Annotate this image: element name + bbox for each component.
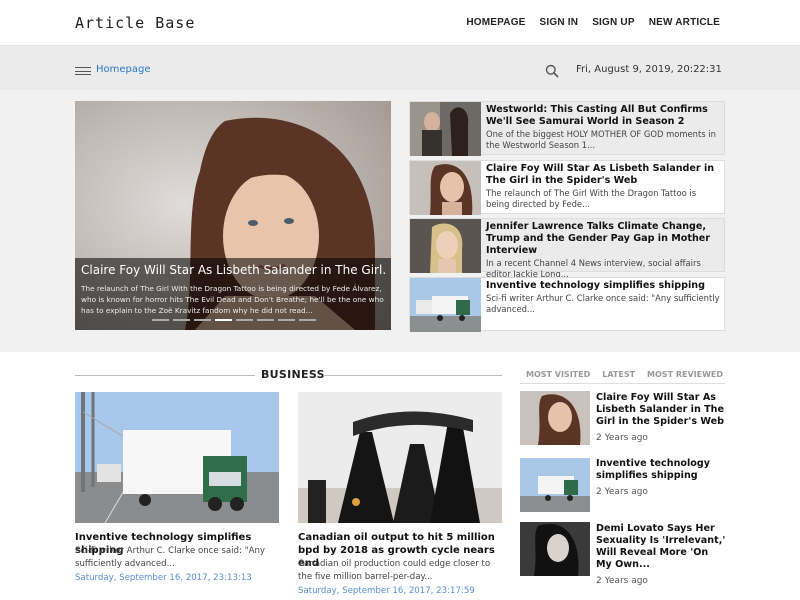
- nav-new-article[interactable]: NEW ARTICLE: [649, 17, 720, 28]
- side-article[interactable]: Claire Foy Will Star As Lisbeth Salander…: [409, 160, 725, 215]
- card-image[interactable]: [298, 392, 502, 523]
- nav-homepage[interactable]: HOMEPAGE: [466, 17, 525, 28]
- section-divider-left: [75, 375, 255, 376]
- sidebar-item-time: 2 Years ago: [596, 576, 648, 586]
- side-article-title[interactable]: Inventive technology simplifies shipping: [486, 280, 720, 292]
- hero-text: The relaunch of The Girl With the Dragon…: [81, 284, 384, 315]
- sidebar-thumbnail[interactable]: [520, 391, 590, 445]
- article-thumbnail: [410, 102, 481, 156]
- card-text: Canadian oil production could edge close…: [298, 559, 491, 582]
- article-thumbnail: [410, 161, 481, 215]
- breadcrumb-homepage[interactable]: Homepage: [96, 64, 151, 75]
- side-article[interactable]: Westworld: This Casting All But Confirms…: [409, 101, 725, 156]
- sidebar-item-time: 2 Years ago: [596, 433, 648, 443]
- top-nav: HOMEPAGE SIGN IN SIGN UP NEW ARTICLE: [466, 17, 720, 28]
- search-icon[interactable]: [545, 64, 559, 78]
- sidebar-item-title[interactable]: Demi Lovato Says Her Sexuality Is 'Irrel…: [596, 523, 726, 571]
- tab-most-visited[interactable]: MOST VISITED: [526, 370, 590, 379]
- sidebar-thumbnail[interactable]: [520, 522, 590, 576]
- side-article[interactable]: Inventive technology simplifies shipping…: [409, 277, 725, 332]
- sidebar-tabs: MOST VISITED LATEST MOST REVIEWED: [526, 370, 723, 379]
- section-title-business: BUSINESS: [261, 368, 325, 381]
- article-thumbnail: [410, 278, 481, 332]
- side-article-title[interactable]: Westworld: This Casting All But Confirms…: [486, 104, 720, 128]
- card-date: Saturday, September 16, 2017, 23:13:13: [75, 573, 252, 583]
- hero-slide[interactable]: Claire Foy Will Star As Lisbeth Salander…: [75, 101, 391, 330]
- top-header: Article Base HOMEPAGE SIGN IN SIGN UP NE…: [0, 0, 800, 46]
- side-article[interactable]: Jennifer Lawrence Talks Climate Change, …: [409, 218, 725, 279]
- tab-most-reviewed[interactable]: MOST REVIEWED: [647, 370, 723, 379]
- nav-sign-up[interactable]: SIGN UP: [592, 17, 635, 28]
- side-article-desc: The relaunch of The Girl With the Dragon…: [486, 188, 697, 209]
- slider-dot[interactable]: [194, 319, 211, 321]
- article-thumbnail: [410, 219, 481, 273]
- sidebar-item-title[interactable]: Claire Foy Will Star As Lisbeth Salander…: [596, 392, 726, 428]
- card-date: Saturday, September 16, 2017, 23:17:59: [298, 586, 475, 596]
- side-article-desc: Sci-fi writer Arthur C. Clarke once said…: [486, 293, 720, 314]
- side-article-title[interactable]: Jennifer Lawrence Talks Climate Change, …: [486, 221, 720, 257]
- tab-latest[interactable]: LATEST: [602, 370, 635, 379]
- sidebar-item-title[interactable]: Inventive technology simplifies shipping: [596, 458, 726, 482]
- nav-sign-in[interactable]: SIGN IN: [540, 17, 579, 28]
- section-divider-right: [323, 375, 502, 376]
- slider-dot[interactable]: [152, 319, 169, 321]
- slider-dot[interactable]: [278, 319, 295, 321]
- slider-dot[interactable]: [299, 319, 316, 321]
- current-datetime: Fri, August 9, 2019, 20:22:31: [576, 64, 722, 75]
- slider-dot[interactable]: [257, 319, 274, 321]
- side-article-title[interactable]: Claire Foy Will Star As Lisbeth Salander…: [486, 163, 720, 187]
- site-logo[interactable]: Article Base: [75, 14, 195, 32]
- menu-icon[interactable]: [75, 67, 91, 75]
- sidebar-thumbnail[interactable]: [520, 458, 590, 512]
- slider-dots: [152, 319, 316, 321]
- side-article-desc: One of the biggest HOLY MOTHER OF GOD mo…: [486, 129, 716, 150]
- slider-dot[interactable]: [215, 319, 232, 321]
- card-image[interactable]: [75, 392, 279, 523]
- slider-dot[interactable]: [236, 319, 253, 321]
- slider-dot[interactable]: [173, 319, 190, 321]
- hero-title[interactable]: Claire Foy Will Star As Lisbeth Salander…: [81, 263, 385, 277]
- sidebar-item-time: 2 Years ago: [596, 487, 648, 497]
- tabs-divider: [520, 383, 725, 384]
- card-text: Sci-fi writer Arthur C. Clarke once said…: [75, 546, 265, 569]
